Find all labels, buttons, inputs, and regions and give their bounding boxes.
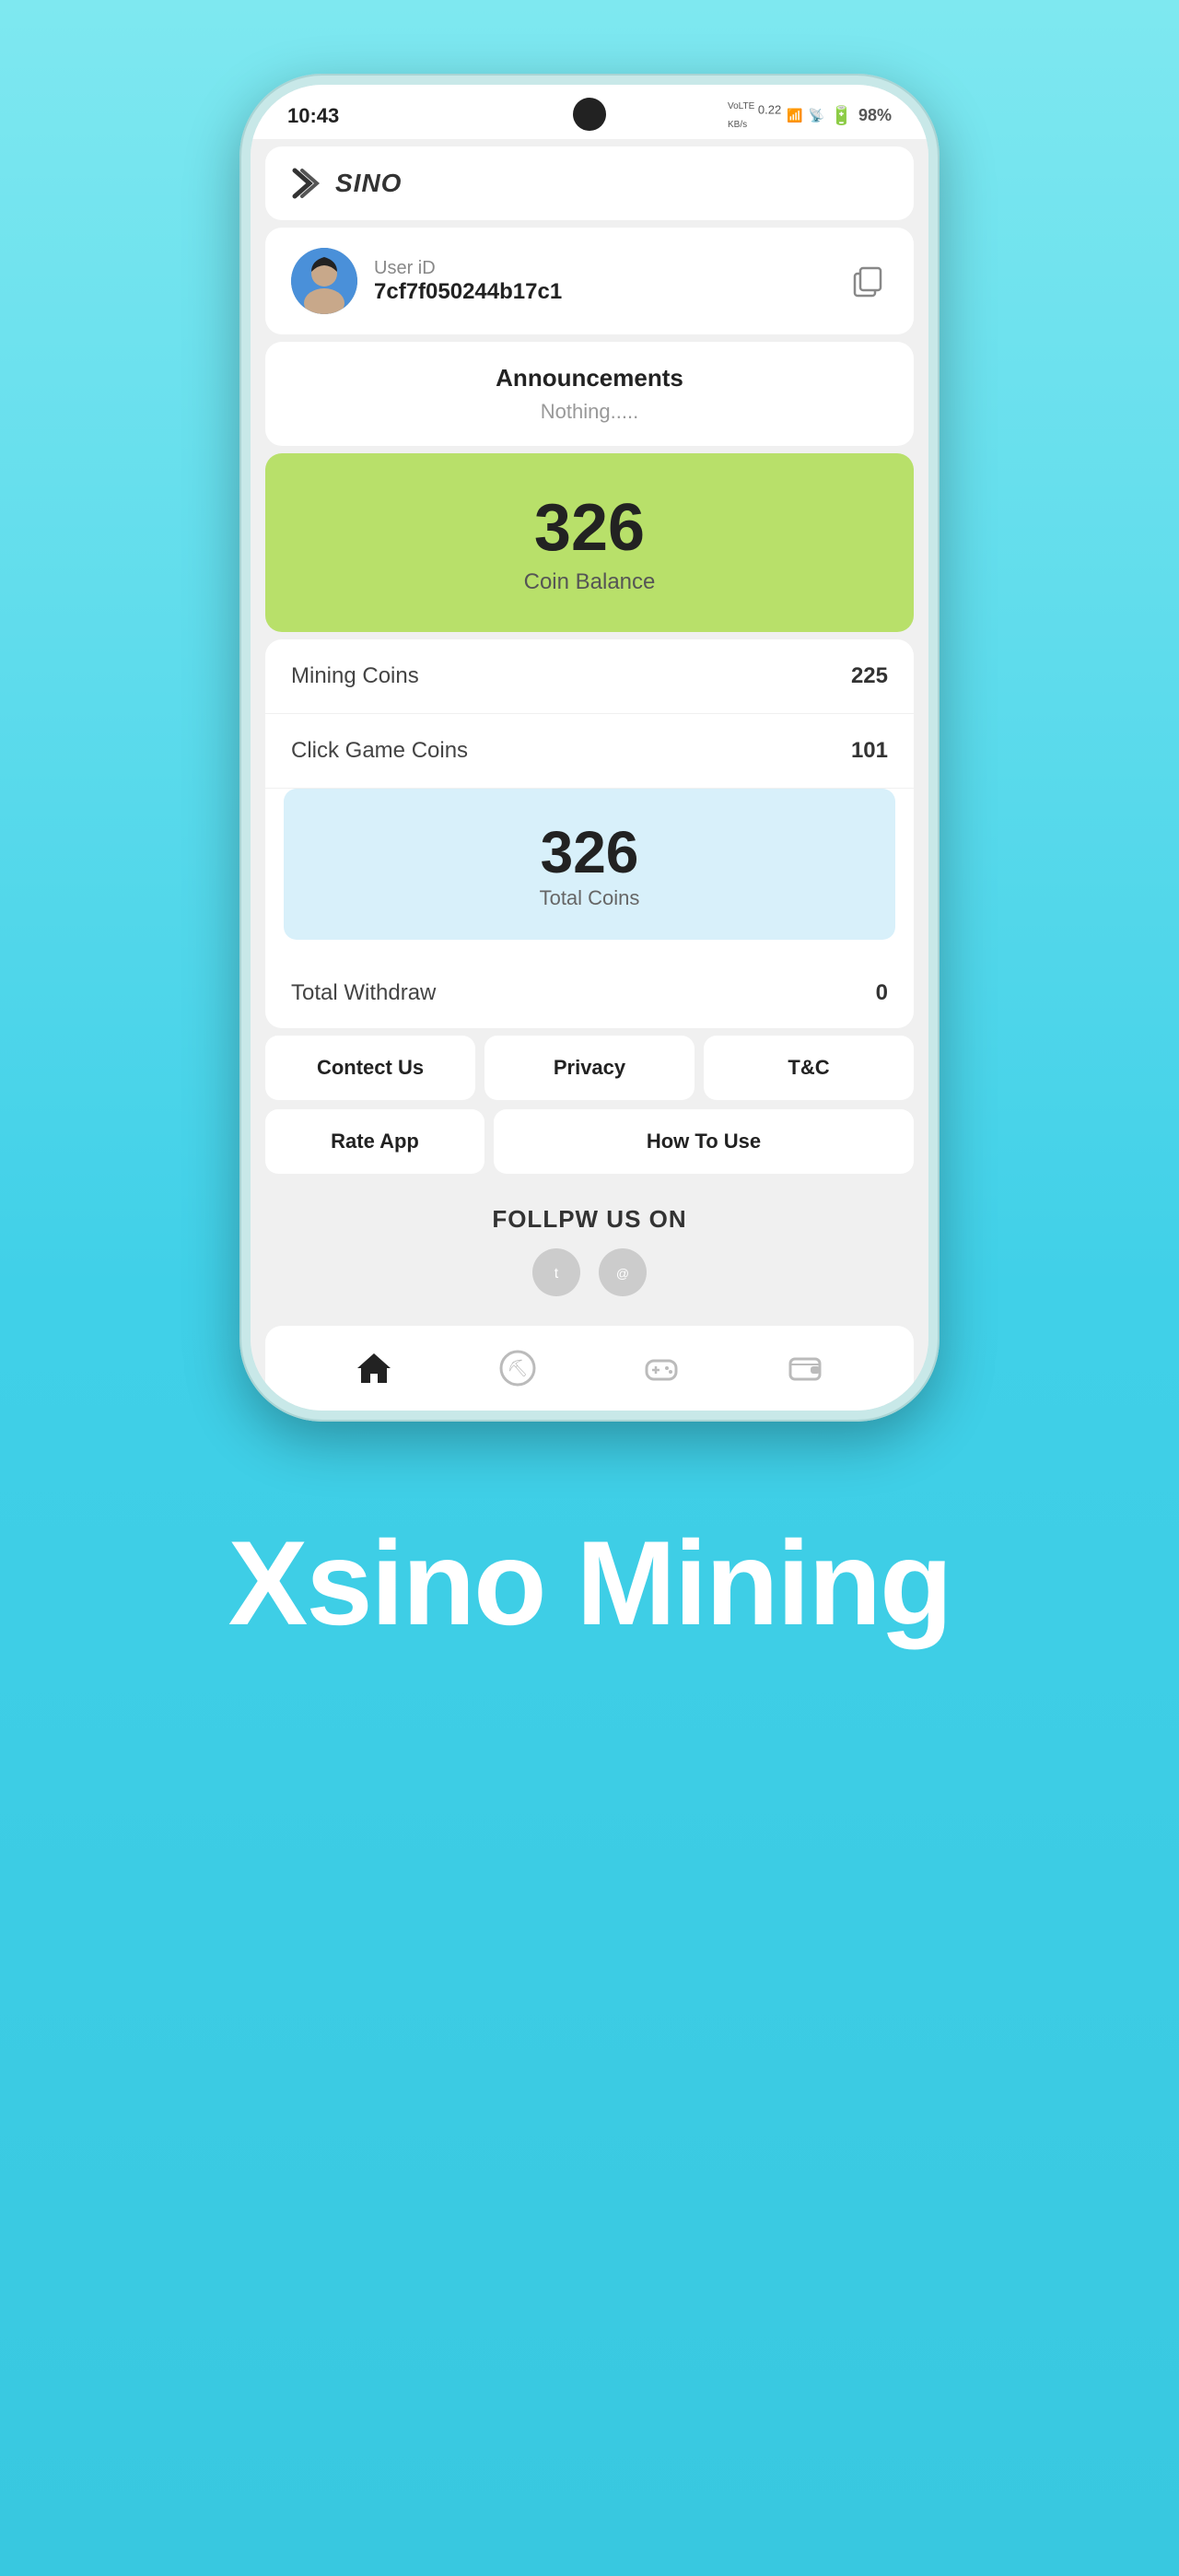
- user-card: User iD 7cf7f050244b17c1: [265, 228, 914, 334]
- user-text: User iD 7cf7f050244b17c1: [374, 258, 562, 305]
- phone-screen: 10:43 VoLTE 0.22KB/s 📶 📡 🔋 98%: [251, 85, 928, 1411]
- nav-game[interactable]: [637, 1344, 685, 1392]
- coin-balance-label: Coin Balance: [291, 569, 888, 595]
- marketing-title: Xsino Mining: [228, 1514, 951, 1652]
- wifi-icon: 📶: [787, 108, 802, 123]
- follow-icon-1[interactable]: t: [532, 1248, 580, 1296]
- nav-mining[interactable]: ⛏: [494, 1344, 542, 1392]
- terms-button[interactable]: T&C: [704, 1036, 914, 1100]
- mining-icon: ⛏: [494, 1344, 542, 1392]
- status-bar: 10:43 VoLTE 0.22KB/s 📶 📡 🔋 98%: [251, 85, 928, 139]
- mining-coins-label: Mining Coins: [291, 663, 419, 689]
- user-info: User iD 7cf7f050244b17c1: [291, 248, 562, 314]
- wallet-icon: [781, 1344, 829, 1392]
- follow-icon-2[interactable]: @: [599, 1248, 647, 1296]
- stats-card: Mining Coins 225 Click Game Coins 101 32…: [265, 639, 914, 1028]
- total-coins-box: 326 Total Coins: [284, 789, 895, 940]
- phone-wrapper: 10:43 VoLTE 0.22KB/s 📶 📡 🔋 98%: [239, 74, 940, 1422]
- click-game-row: Click Game Coins 101: [265, 714, 914, 789]
- marketing-section: Xsino Mining: [228, 1514, 951, 1652]
- user-label: User iD: [374, 258, 562, 279]
- app-content: SINO: [251, 146, 928, 1411]
- svg-text:t: t: [554, 1266, 559, 1282]
- logo-icon: [291, 167, 332, 200]
- bottom-nav: ⛏: [265, 1326, 914, 1411]
- buttons-section: Contect Us Privacy T&C Rate App How To U…: [265, 1036, 914, 1174]
- total-withdraw-row: Total Withdraw 0: [265, 958, 914, 1028]
- btn-row-2: Rate App How To Use: [265, 1109, 914, 1174]
- phone-frame: 10:43 VoLTE 0.22KB/s 📶 📡 🔋 98%: [239, 74, 940, 1422]
- nav-wallet[interactable]: [781, 1344, 829, 1392]
- camera-notch: [573, 98, 606, 131]
- announcements-title: Announcements: [291, 364, 888, 392]
- click-game-label: Click Game Coins: [291, 738, 468, 764]
- announcements-text: Nothing.....: [291, 400, 888, 424]
- click-game-value: 101: [851, 738, 888, 764]
- status-time: 10:43: [287, 104, 339, 128]
- avatar: [291, 248, 357, 314]
- user-id: 7cf7f050244b17c1: [374, 279, 562, 305]
- copy-button[interactable]: [844, 259, 888, 303]
- rate-app-button[interactable]: Rate App: [265, 1109, 484, 1174]
- battery-icon: 🔋: [830, 104, 853, 127]
- follow-section: FOLLPW US ON t @: [265, 1183, 914, 1318]
- app-logo: SINO: [291, 167, 402, 200]
- mining-coins-value: 225: [851, 663, 888, 689]
- logo-bar: SINO: [265, 146, 914, 220]
- how-to-use-button[interactable]: How To Use: [494, 1109, 914, 1174]
- game-icon: [637, 1344, 685, 1392]
- coin-balance-number: 326: [291, 490, 888, 566]
- privacy-button[interactable]: Privacy: [484, 1036, 695, 1100]
- follow-icons: t @: [287, 1248, 892, 1296]
- status-icons: VoLTE 0.22KB/s 📶 📡 🔋 98%: [728, 101, 892, 130]
- total-coins-label: Total Coins: [306, 886, 873, 910]
- battery-percent: 98%: [858, 106, 892, 125]
- coin-balance-card: 326 Coin Balance: [265, 453, 914, 632]
- total-withdraw-value: 0: [876, 980, 888, 1006]
- announcements-card: Announcements Nothing.....: [265, 342, 914, 446]
- signal-icon: 📡: [809, 108, 824, 123]
- svg-text:⛏: ⛏: [508, 1359, 529, 1377]
- svg-text:@: @: [616, 1266, 629, 1281]
- mining-coins-row: Mining Coins 225: [265, 639, 914, 714]
- home-icon: [350, 1344, 398, 1392]
- logo-label: SINO: [335, 169, 402, 198]
- copy-icon: [847, 263, 884, 299]
- contact-us-button[interactable]: Contect Us: [265, 1036, 475, 1100]
- avatar-image: [291, 248, 357, 314]
- nav-home[interactable]: [350, 1344, 398, 1392]
- total-withdraw-label: Total Withdraw: [291, 980, 436, 1006]
- btn-row-1: Contect Us Privacy T&C: [265, 1036, 914, 1100]
- network-info: VoLTE 0.22KB/s: [728, 101, 781, 130]
- follow-title: FOLLPW US ON: [287, 1205, 892, 1234]
- total-coins-number: 326: [306, 818, 873, 886]
